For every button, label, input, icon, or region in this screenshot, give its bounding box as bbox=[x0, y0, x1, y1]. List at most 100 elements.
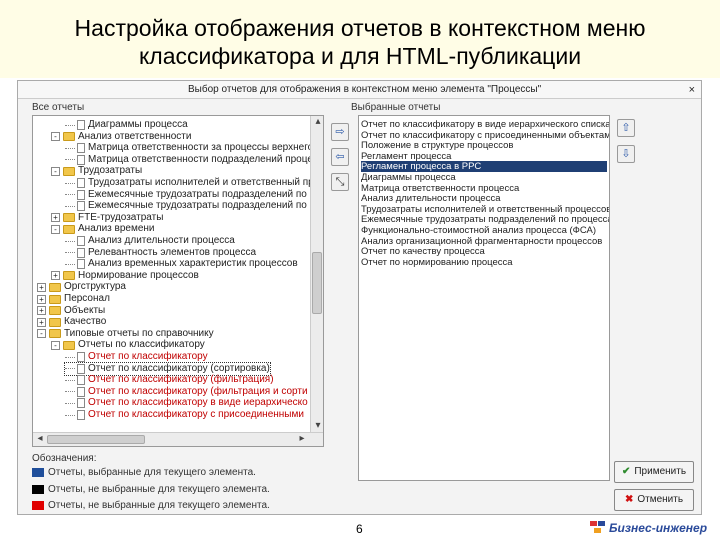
tree-item[interactable]: - Анализ ответственности bbox=[51, 131, 191, 143]
tree-item[interactable]: Отчет по классификатору в виде иерархиче… bbox=[65, 397, 308, 409]
tree-scroll-thumb[interactable] bbox=[312, 252, 322, 314]
collapse-icon[interactable]: - bbox=[51, 132, 60, 142]
tree-item[interactable]: Анализ длительности процесса bbox=[65, 235, 235, 247]
add-arrow-icon[interactable]: ⇨ bbox=[331, 123, 349, 141]
legend-swatch-selected bbox=[32, 468, 44, 477]
tree-item[interactable]: - Типовые отчеты по справочнику bbox=[37, 328, 214, 340]
tree-item[interactable]: Матрица ответственности за процессы верх… bbox=[65, 142, 313, 154]
document-icon bbox=[77, 143, 85, 154]
selected-report-item[interactable]: Диаграммы процесса bbox=[361, 172, 456, 183]
expand-icon[interactable]: + bbox=[51, 213, 60, 223]
tree-item[interactable]: Трудозатраты исполнителей и ответственны… bbox=[65, 177, 319, 189]
all-reports-tree[interactable]: Диаграммы процесса - Анализ ответственност… bbox=[32, 115, 324, 447]
tree-item[interactable]: - Анализ времени bbox=[51, 223, 155, 235]
expand-icon[interactable]: + bbox=[37, 294, 46, 304]
tree-item[interactable]: Релевантность элементов процесса bbox=[65, 247, 256, 259]
scroll-up-arrow-icon[interactable]: ▴ bbox=[311, 116, 323, 130]
cancel-button-label: Отменить bbox=[637, 494, 684, 505]
tree-horizontal-scrollbar[interactable]: ◂ ▸ bbox=[33, 432, 323, 446]
tree-connector bbox=[65, 263, 75, 265]
tree-item[interactable]: + Качество bbox=[37, 316, 106, 328]
tree-connector bbox=[65, 391, 75, 393]
tree-item-label: Типовые отчеты по справочнику bbox=[64, 327, 214, 339]
folder-icon bbox=[63, 340, 75, 350]
tree-item[interactable]: Матрица ответственности подразделений пр… bbox=[65, 154, 323, 166]
expand-icon[interactable]: + bbox=[37, 306, 46, 316]
tree-item[interactable]: Отчет по классификатору с присоединенным… bbox=[65, 409, 304, 421]
tree-item[interactable]: Отчет по классификатору (фильтрация) bbox=[65, 374, 274, 386]
tree-item[interactable]: - Трудозатраты bbox=[51, 165, 142, 177]
expand-icon[interactable]: + bbox=[37, 317, 46, 327]
tree-item-label: Отчет по классификатору с присоединенным… bbox=[88, 409, 304, 420]
slide-title-line1: Настройка отображения отчетов в контекст… bbox=[74, 15, 646, 41]
scroll-left-arrow-icon[interactable]: ◂ bbox=[33, 433, 47, 446]
tree-connector bbox=[65, 182, 75, 184]
document-icon bbox=[77, 363, 85, 374]
tree-item-label: Персонал bbox=[64, 293, 110, 304]
document-icon bbox=[77, 375, 85, 386]
folder-icon bbox=[49, 329, 61, 339]
selected-report-item[interactable]: Регламент процесса bbox=[361, 151, 451, 162]
document-icon bbox=[77, 398, 85, 409]
tree-item-label: Релевантность элементов процесса bbox=[88, 246, 257, 258]
tree-item-label: Отчет по классификатору в виде иерархиче… bbox=[88, 397, 308, 409]
selected-report-item[interactable]: Анализ длительности процесса bbox=[361, 193, 501, 204]
reset-icon[interactable]: ⤡ bbox=[331, 173, 349, 191]
tree-item-label: Отчет по классификатору (фильтрация и со… bbox=[88, 385, 308, 397]
selected-report-item[interactable]: Положение в структуре процессов bbox=[361, 140, 513, 151]
tree-item[interactable]: Отчет по классификатору (фильтрация и со… bbox=[65, 386, 308, 398]
tree-item[interactable]: Ежемесячные трудозатраты подразделений п… bbox=[65, 200, 315, 212]
tree-item-label: Качество bbox=[64, 316, 107, 328]
selected-report-item[interactable]: Отчет по классификатору в виде иерархиче… bbox=[361, 119, 609, 130]
tree-item[interactable]: Отчет по классификатору (сортировка) bbox=[64, 361, 271, 376]
folder-icon bbox=[63, 271, 75, 281]
selected-report-item[interactable]: Трудозатраты исполнителей и ответственны… bbox=[361, 204, 609, 215]
dialog-title: Выбор отчетов для отображения в контекст… bbox=[188, 84, 542, 95]
tree-item[interactable]: Ежемесячные трудозатраты подразделений п… bbox=[65, 189, 315, 201]
folder-icon bbox=[63, 166, 75, 176]
selected-report-item[interactable]: Анализ организационной фрагментарности п… bbox=[361, 236, 602, 247]
collapse-icon[interactable]: - bbox=[37, 329, 46, 339]
tree-item[interactable]: + FTE-трудозатраты bbox=[51, 212, 163, 224]
tree-item-label: Отчет по классификатору (сортировка) bbox=[88, 362, 270, 374]
tree-item[interactable]: + Объекты bbox=[37, 305, 105, 317]
tree-item[interactable]: Отчет по классификатору bbox=[65, 351, 208, 363]
selected-report-item[interactable]: Функционально-стоимостной анализ процесс… bbox=[361, 225, 596, 236]
logo-icon bbox=[590, 521, 606, 535]
tree-item[interactable]: + Оргструктура bbox=[37, 281, 126, 293]
move-up-icon[interactable]: ⇧ bbox=[617, 119, 635, 137]
legend-text-unselected: Отчеты, не выбранные для текущего элемен… bbox=[48, 484, 270, 495]
slide-title: Настройка отображения отчетов в контекст… bbox=[0, 0, 720, 78]
cancel-button[interactable]: ✖ Отменить bbox=[614, 489, 694, 511]
check-icon: ✔ bbox=[621, 466, 631, 477]
tree-item[interactable]: - Отчеты по классификатору bbox=[51, 339, 205, 351]
collapse-icon[interactable]: - bbox=[51, 224, 60, 234]
close-icon[interactable]: × bbox=[689, 81, 695, 99]
selected-report-item[interactable]: Регламент процесса в РРС bbox=[361, 161, 607, 173]
selected-report-item[interactable]: Отчет по нормированию процесса bbox=[361, 257, 513, 268]
selected-report-item[interactable]: Ежемесячные трудозатраты подразделений п… bbox=[361, 214, 609, 225]
collapse-icon[interactable]: - bbox=[51, 340, 60, 350]
scroll-right-arrow-icon[interactable]: ▸ bbox=[295, 433, 309, 446]
tree-item[interactable]: + Персонал bbox=[37, 293, 110, 305]
legend-label: Обозначения: bbox=[32, 453, 97, 464]
collapse-icon[interactable]: - bbox=[51, 166, 60, 176]
tree-vertical-scrollbar[interactable]: ▴ ▾ bbox=[310, 116, 323, 434]
tree-item-label: Трудозатраты исполнителей и ответственны… bbox=[88, 177, 320, 188]
selected-reports-list[interactable]: Отчет по классификатору в виде иерархиче… bbox=[358, 115, 610, 481]
expand-icon[interactable]: + bbox=[51, 271, 60, 281]
tree-item[interactable]: + Нормирование процессов bbox=[51, 270, 199, 282]
apply-button[interactable]: ✔ Применить bbox=[614, 461, 694, 483]
tree-hscroll-thumb[interactable] bbox=[47, 435, 145, 444]
selected-report-item[interactable]: Отчет по качеству процесса bbox=[361, 246, 485, 257]
tree-connector bbox=[65, 368, 75, 370]
tree-item-label: Отчет по классификатору (фильтрация) bbox=[88, 374, 274, 386]
tree-item[interactable]: Анализ временных характеристик процессов bbox=[65, 258, 298, 270]
document-icon bbox=[77, 410, 85, 420]
tree-item[interactable]: Диаграммы процесса bbox=[65, 119, 188, 131]
expand-icon[interactable]: + bbox=[37, 282, 46, 292]
selected-report-item[interactable]: Отчет по классификатору с присоединенным… bbox=[361, 130, 609, 141]
selected-report-item[interactable]: Матрица ответственности процесса bbox=[361, 183, 519, 194]
remove-arrow-icon[interactable]: ⇦ bbox=[331, 148, 349, 166]
move-down-icon[interactable]: ⇩ bbox=[617, 145, 635, 163]
